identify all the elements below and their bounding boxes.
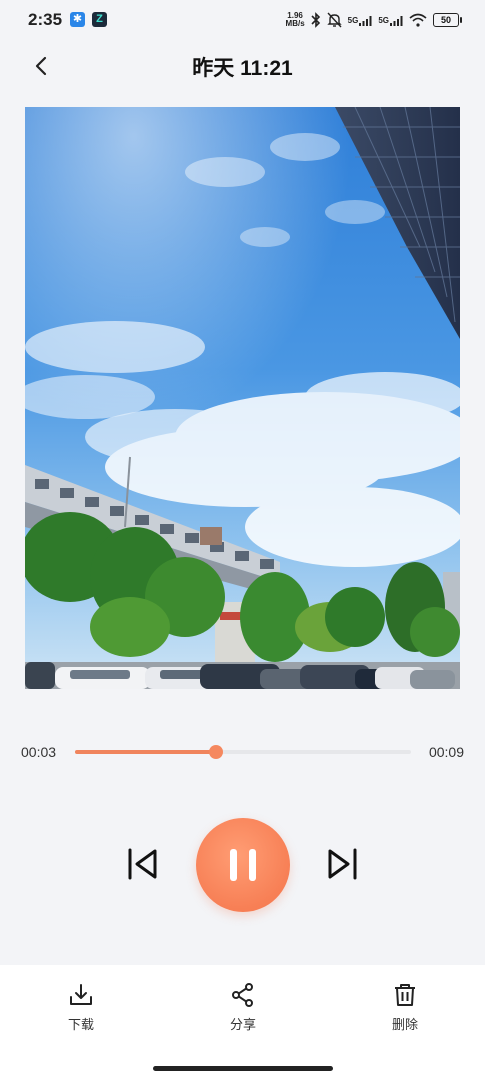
progress-thumb[interactable] xyxy=(209,745,224,759)
share-button[interactable]: 分享 xyxy=(203,982,283,1033)
net-speed: 1.96 MB/s xyxy=(285,11,305,28)
share-icon xyxy=(232,983,253,1007)
previous-button[interactable] xyxy=(124,845,162,883)
page-title: 昨天 11:21 xyxy=(192,57,293,80)
trash-icon xyxy=(395,984,415,1006)
duration-time: 00:09 xyxy=(428,744,464,760)
mute-bell-icon xyxy=(326,12,342,28)
battery-indicator: 50 xyxy=(433,13,462,27)
status-bar: 2:35 ✱ Z 1.96 MB/s 5G 5G 50 xyxy=(0,0,485,40)
video-frame[interactable] xyxy=(25,107,460,689)
pause-icon xyxy=(230,849,237,881)
pause-button[interactable] xyxy=(196,818,290,912)
signal-5g-1: 5G xyxy=(348,15,373,26)
delete-label: 删除 xyxy=(391,1017,418,1032)
app-notification-icon-z: Z xyxy=(92,12,107,27)
bottom-toolbar: 下载 分享 删除 xyxy=(0,965,485,1080)
download-button[interactable]: 下载 xyxy=(41,982,121,1033)
progress-fill xyxy=(75,750,217,754)
next-button[interactable] xyxy=(323,845,361,883)
signal-5g-2: 5G xyxy=(378,15,403,26)
bluetooth-icon xyxy=(311,12,320,28)
progress-slider[interactable] xyxy=(75,745,411,759)
download-label: 下载 xyxy=(67,1017,94,1032)
app-notification-icon: ✱ xyxy=(70,12,85,27)
sky-street-photo xyxy=(25,107,460,689)
share-label: 分享 xyxy=(229,1017,256,1032)
current-time: 00:03 xyxy=(21,744,57,760)
download-icon xyxy=(70,984,92,1005)
wifi-icon xyxy=(409,13,427,27)
delete-button[interactable]: 删除 xyxy=(365,982,445,1033)
home-indicator[interactable] xyxy=(153,1066,333,1071)
status-time: 2:35 xyxy=(28,10,63,29)
